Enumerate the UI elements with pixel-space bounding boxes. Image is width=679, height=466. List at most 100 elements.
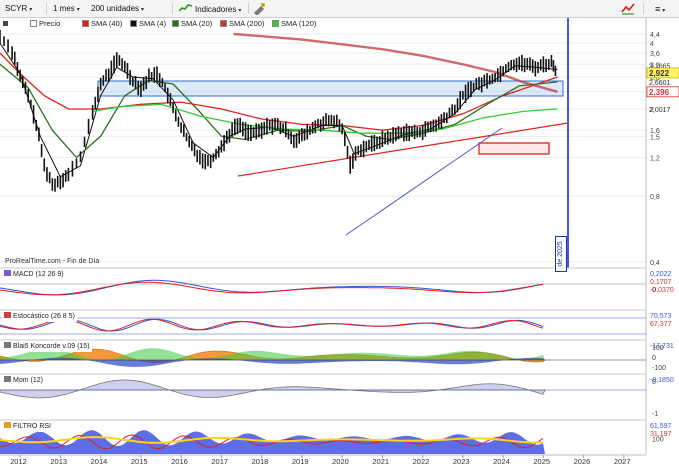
support-zone xyxy=(478,142,550,155)
panel-label-momentum[interactable]: Mom (12) xyxy=(2,376,45,386)
trendline-red xyxy=(237,122,569,177)
macd-icon xyxy=(4,270,11,276)
time-tick-label: 2015 xyxy=(131,457,148,466)
stoch-d-line xyxy=(0,318,544,332)
toolbar: SCYR ▾ 1 mes ▾ 200 unidades ▾ Indicadores ▾ … xyxy=(0,0,679,18)
time-tick-label: 2016 xyxy=(171,457,188,466)
legend-swatch xyxy=(272,20,279,27)
price-value-label: 2,6601 xyxy=(649,80,671,87)
rsi-red-line xyxy=(0,434,544,450)
rsi-filter-panel: 61,59731,197100 xyxy=(0,419,672,454)
panel-tick-label: 0 xyxy=(652,379,656,386)
panel-label-macd[interactable]: MACD (12 26 9) xyxy=(2,270,66,280)
series-sma-4- xyxy=(0,42,558,178)
series-sma-120- xyxy=(92,103,558,134)
panel-label-stochastic[interactable]: Estocástico (26 8 5) xyxy=(2,312,77,322)
momentum-area xyxy=(0,379,546,399)
panel-label-rsi[interactable]: FILTRO RSI xyxy=(2,422,53,432)
legend-item-sma200[interactable]: SMA (200) xyxy=(220,18,264,30)
time-tick-label: 2025 xyxy=(533,457,550,466)
panel-value-label: 31,197 xyxy=(650,431,672,438)
macd-panel: 0,20220,1707-0,03700 xyxy=(0,267,674,296)
panel-value-label: 0,1707 xyxy=(650,279,672,286)
legend-item-sma40[interactable]: SMA (40) xyxy=(82,18,122,30)
tools-icon[interactable] xyxy=(252,2,268,15)
data-source: ProRealTime.com - Fin de Día xyxy=(5,258,100,265)
chevron-down-icon: ▾ xyxy=(29,7,33,13)
toolbar-divider xyxy=(46,3,47,14)
price-tick-label: 0,4 xyxy=(650,260,660,267)
legend-label: SMA (20) xyxy=(181,19,213,28)
price-tick-label: 1,6 xyxy=(650,128,660,135)
panel-value-label: 0,2022 xyxy=(650,271,672,278)
stochastic-icon xyxy=(4,312,11,318)
koncorde-panel: -17,731100 0 -100 xyxy=(0,339,674,372)
legend-swatch xyxy=(220,20,227,27)
panel-value-label: 67,377 xyxy=(650,321,672,328)
legend-swatch xyxy=(30,20,37,27)
chevron-down-icon: ▾ xyxy=(662,8,666,14)
price-tick-label: 1,2 xyxy=(650,156,660,163)
legend-label: SMA (4) xyxy=(139,19,167,28)
macd-line xyxy=(0,279,544,296)
time-tick-label: 2021 xyxy=(372,457,389,466)
legend-label: SMA (120) xyxy=(281,19,317,28)
price-layer xyxy=(0,29,557,192)
momentum-panel: -0,18500 -1 xyxy=(0,373,674,418)
panel-value-label: -0,0370 xyxy=(650,287,674,294)
rsi-icon xyxy=(4,422,11,428)
panel-tick-label: -100 xyxy=(652,365,666,372)
price-axis: 4,4 4 3,6 3,2 2,8 2,4 2 1,61,5 1,2 0,8 0,4 xyxy=(650,32,660,267)
momentum-icon xyxy=(4,376,11,382)
timeframe-label: 1 mes xyxy=(53,4,75,13)
resistance-zone xyxy=(97,80,564,97)
price-tick-label: 1,5 xyxy=(650,134,660,141)
legend-item-sma4[interactable]: SMA (4) xyxy=(130,18,166,30)
legend-swatch xyxy=(172,20,179,27)
legend-item-sma20[interactable]: SMA (20) xyxy=(172,18,212,30)
price-value-box xyxy=(646,67,679,79)
time-tick-label: 2017 xyxy=(211,457,228,466)
units-label: 200 unidades xyxy=(91,4,140,13)
chevron-down-icon: ▾ xyxy=(76,7,80,13)
legend-swatch xyxy=(130,20,137,27)
price-value-labels: 3,16653,03002,922 2,66012,396 2,0017 xyxy=(646,63,679,114)
price-value-label: 3,1665 xyxy=(649,63,671,70)
time-tick-label: 2012 xyxy=(10,457,27,466)
time-tick-label: 2026 xyxy=(574,457,591,466)
price-value-label: 2,396 xyxy=(649,88,670,97)
symbol-selector[interactable]: SCYR ▾ xyxy=(2,2,35,16)
menu-button[interactable]: ≡ ▾ xyxy=(652,2,668,16)
chart-grid xyxy=(0,33,646,263)
stochastic-panel: 70,57367,377 xyxy=(0,309,672,335)
panel-title: Mom (12) xyxy=(13,377,43,384)
alert-icon[interactable] xyxy=(620,2,636,15)
price-tick-label: 2,4 xyxy=(650,90,660,97)
timeframe-selector[interactable]: 1 mes ▾ xyxy=(50,2,83,16)
time-tick-label: 2019 xyxy=(292,457,309,466)
time-tick-label: 2027 xyxy=(614,457,631,466)
panel-tick-label: 0 xyxy=(652,287,656,294)
units-selector[interactable]: 200 unidades ▾ xyxy=(88,2,147,16)
panel-value-label: 61,597 xyxy=(650,423,672,430)
panel-value-label: -17,731 xyxy=(650,343,674,350)
series-sma-200- xyxy=(233,32,558,93)
price-tick-label: 3,6 xyxy=(650,51,660,58)
chevron-down-icon: ▾ xyxy=(238,8,242,14)
legend-item-price[interactable]: Precio xyxy=(30,18,60,30)
indicators-button[interactable]: Indicadores ▾ xyxy=(176,2,244,16)
time-tick-label: 2020 xyxy=(332,457,349,466)
time-tick-label: 2023 xyxy=(453,457,470,466)
macd-signal-line xyxy=(0,281,544,296)
legend-item-sma120[interactable]: SMA (120) xyxy=(272,18,316,30)
collapse-icon[interactable] xyxy=(3,18,8,30)
time-tick-label: 2018 xyxy=(252,457,269,466)
legend-label: Precio xyxy=(39,19,61,28)
legend-swatch xyxy=(82,20,89,27)
panel-label-koncorde[interactable]: Blai5 Koncorde v.09 (15) xyxy=(2,342,92,352)
koncorde-icon xyxy=(4,342,11,348)
vline-label: de 2025 xyxy=(555,236,567,272)
indicators-label: Indicadores xyxy=(195,5,237,14)
chevron-down-icon: ▾ xyxy=(141,7,145,13)
symbol-label: SCYR xyxy=(5,4,28,13)
